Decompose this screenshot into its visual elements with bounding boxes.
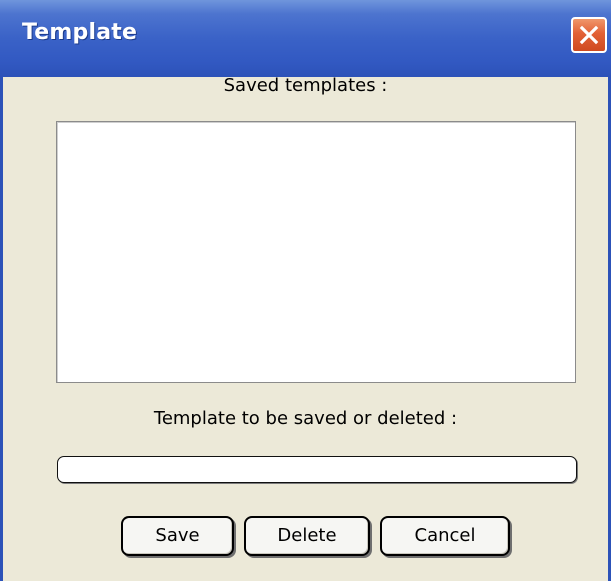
template-name-input[interactable]	[57, 456, 577, 483]
save-button[interactable]: Save	[121, 516, 234, 556]
cancel-button[interactable]: Cancel	[380, 516, 510, 556]
template-name-label: Template to be saved or deleted :	[153, 408, 458, 429]
delete-button[interactable]: Delete	[244, 516, 370, 556]
saved-templates-label: Saved templates :	[223, 75, 388, 96]
close-button[interactable]	[571, 17, 607, 53]
title-bar[interactable]: Template	[0, 0, 611, 77]
saved-templates-list[interactable]	[56, 121, 576, 383]
template-dialog: Template Saved templates : Template to b…	[0, 0, 611, 581]
window-title: Template	[22, 20, 138, 45]
close-icon	[579, 25, 599, 45]
